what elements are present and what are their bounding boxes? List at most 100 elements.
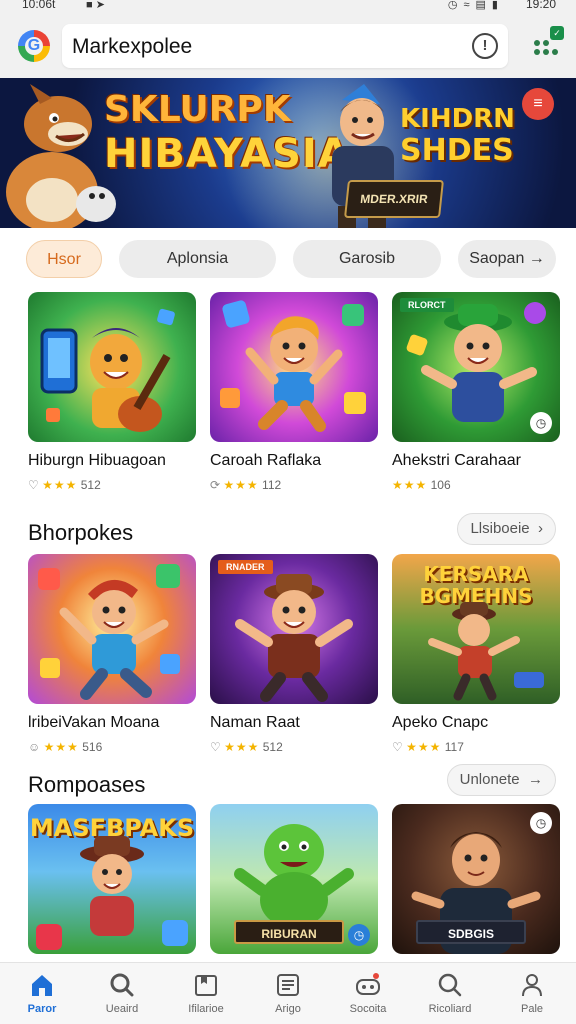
chip-garosib[interactable]: Garosib <box>293 240 441 278</box>
app-tag: RNADER <box>218 560 273 574</box>
chip-aplonsia[interactable]: Aplonsia <box>119 240 276 278</box>
nav-item-social[interactable]: Socoita <box>332 971 404 1015</box>
search-input[interactable]: Markexpolee ! <box>62 24 508 68</box>
status-time-left: 10:06t <box>22 0 56 11</box>
app-rating-count: 117 <box>444 740 464 754</box>
section-title: Bhorpokes <box>28 520 134 545</box>
see-all-button[interactable]: Unlonete → <box>446 764 556 796</box>
app-rating-count: 512 <box>262 740 283 754</box>
app-name: Apeko Cnapc <box>392 714 489 731</box>
see-all-label: Unlonete <box>459 771 520 788</box>
library-icon <box>170 971 242 999</box>
adventurer-character-icon <box>235 574 353 702</box>
nav-item-label: Ueaird <box>105 1003 139 1015</box>
nav-item-label: Socoita <box>349 1003 387 1015</box>
app-rating: ♡ ★★★ 512 <box>210 740 283 754</box>
app-name: lribeiVakan Moana <box>28 714 160 731</box>
nav-item-profile[interactable]: Pale <box>496 971 568 1015</box>
app-rating: ★★★ 106 <box>392 478 451 492</box>
app-card[interactable]: RLORCT ◷ Ahekstri Carahaar ★★★ 106 <box>392 292 560 492</box>
banner-title-line1: SKLURPK <box>104 89 291 130</box>
category-chips: Hsor Aplonsia Garosib Saopan → <box>0 240 576 280</box>
top-app-bar: G Markexpolee ! ✓ <box>0 14 576 78</box>
app-rating: ⟳ ★★★ 112 <box>210 478 282 492</box>
apps-grid-icon[interactable]: ✓ <box>532 26 564 60</box>
banner-laptop-label: MDER.XRIR <box>344 180 444 218</box>
banner-title: SKLURPK HIBAYASIA <box>104 89 350 175</box>
app-badge-icon: ◷ <box>530 412 552 434</box>
app-card[interactable]: RIBURAN ◷ <box>210 804 378 954</box>
app-thumbnail: RNADER <box>210 554 378 704</box>
app-card[interactable]: MASFBPAKS <box>28 804 196 954</box>
banner-side-line1: KIHDRN <box>400 104 515 134</box>
guitar-character-icon <box>40 308 175 432</box>
app-card[interactable]: Hiburgn Hibuagoan ♡ ★★★ 512 <box>28 292 196 492</box>
app-badge-icon: ◷ <box>348 924 370 946</box>
nav-item-discover[interactable]: Ricoliard <box>414 971 486 1015</box>
app-name: Hiburgn Hibuagoan <box>28 452 166 469</box>
banner-side-title: KIHDRN SHDES <box>400 106 515 166</box>
app-thumbnail: MASFBPAKS <box>28 804 196 954</box>
app-rating: ♡ ★★★ 512 <box>28 478 101 492</box>
chip-saopan[interactable]: Saopan → <box>458 240 556 278</box>
help-icon[interactable]: ! <box>472 33 498 59</box>
nav-item-label: Paror <box>27 1003 57 1015</box>
home-icon <box>6 971 78 999</box>
banner-side-line2: SHDES <box>400 133 514 168</box>
app-tag: RLORCT <box>400 298 454 312</box>
app-rating: ☺ ★★★ 516 <box>28 740 103 754</box>
app-thumbnail <box>28 554 196 704</box>
app-name: Ahekstri Carahaar <box>392 452 521 469</box>
chip-saopan-label: Saopan <box>469 250 525 267</box>
nav-item-label: Arigo <box>275 1003 301 1015</box>
app-badge-icon: ◷ <box>530 812 552 834</box>
status-bar: 10:06t ■ ➤ ◷≈▤▮ 19:20 <box>0 0 576 14</box>
app-card[interactable]: lribeiVakan Moana ☺ ★★★ 516 <box>28 554 196 754</box>
notification-icons: ■ ➤ <box>86 0 105 11</box>
search-query: Markexpolee <box>72 35 193 58</box>
app-card[interactable]: KERSARA BGMEHNS Apeko Cnapc ♡ ★★★ 117 <box>392 554 560 754</box>
app-rating-count: 106 <box>430 478 451 492</box>
bottom-navigation: Paror Ueaird Ifilarioe Arigo Socoita Ric… <box>0 962 576 1024</box>
nav-item-label: Ricoliard <box>428 1003 472 1015</box>
app-rating-count: 516 <box>82 740 103 754</box>
discover-search-icon <box>414 971 486 999</box>
game-controller-icon <box>332 971 404 999</box>
app-card[interactable]: RNADER Naman Raat ♡ ★★★ 512 <box>210 554 378 754</box>
app-thumbnail-label: RIBURAN <box>234 920 344 944</box>
app-thumbnail: RIBURAN ◷ <box>210 804 378 954</box>
app-thumbnail: KERSARA BGMEHNS <box>392 554 560 704</box>
see-all-button[interactable]: Llsiboeie › <box>457 513 556 545</box>
apps-badge-icon: ✓ <box>550 26 564 40</box>
status-time-right: 19:20 <box>525 0 556 11</box>
app-thumbnail <box>28 292 196 442</box>
explorer-character-icon <box>428 602 544 701</box>
app-thumbnail: SDBGIS ◷ <box>392 804 560 954</box>
see-all-label: Llsiboeie <box>470 520 530 537</box>
app-name: Naman Raat <box>210 714 300 731</box>
promo-banner[interactable]: SKLURPK HIBAYASIA MDER.XRIR KIHDRN SHDES… <box>0 78 576 228</box>
app-card[interactable]: SDBGIS ◷ <box>392 804 560 954</box>
list-icon <box>252 971 324 999</box>
app-thumbnail-label: SDBGIS <box>416 920 526 944</box>
nav-item-library[interactable]: Ifilarioe <box>170 971 242 1015</box>
app-thumbnail <box>210 292 378 442</box>
app-thumbnail: RLORCT ◷ <box>392 292 560 442</box>
nav-item-label: Pale <box>520 1003 544 1015</box>
app-rating: ♡ ★★★ 117 <box>392 740 464 754</box>
banner-share-icon[interactable]: ≡ <box>522 88 554 120</box>
section-title: Rompoases <box>28 772 146 797</box>
google-logo-icon[interactable]: G <box>18 30 50 62</box>
nav-item-home[interactable]: Paror <box>6 971 78 1015</box>
app-rating-count: 112 <box>262 478 282 492</box>
jumping-character-icon <box>220 300 366 432</box>
profile-icon <box>496 971 568 999</box>
status-icons: ◷≈▤▮ <box>447 0 504 11</box>
search-icon <box>86 971 158 999</box>
cowboy-character-icon <box>36 836 188 950</box>
app-card[interactable]: Caroah Raflaka ⟳ ★★★ 112 <box>210 292 378 492</box>
nav-item-search[interactable]: Ueaird <box>86 971 158 1015</box>
nav-item-list[interactable]: Arigo <box>252 971 324 1015</box>
dancing-character-icon <box>38 564 180 700</box>
chip-hsor[interactable]: Hsor <box>26 240 102 278</box>
